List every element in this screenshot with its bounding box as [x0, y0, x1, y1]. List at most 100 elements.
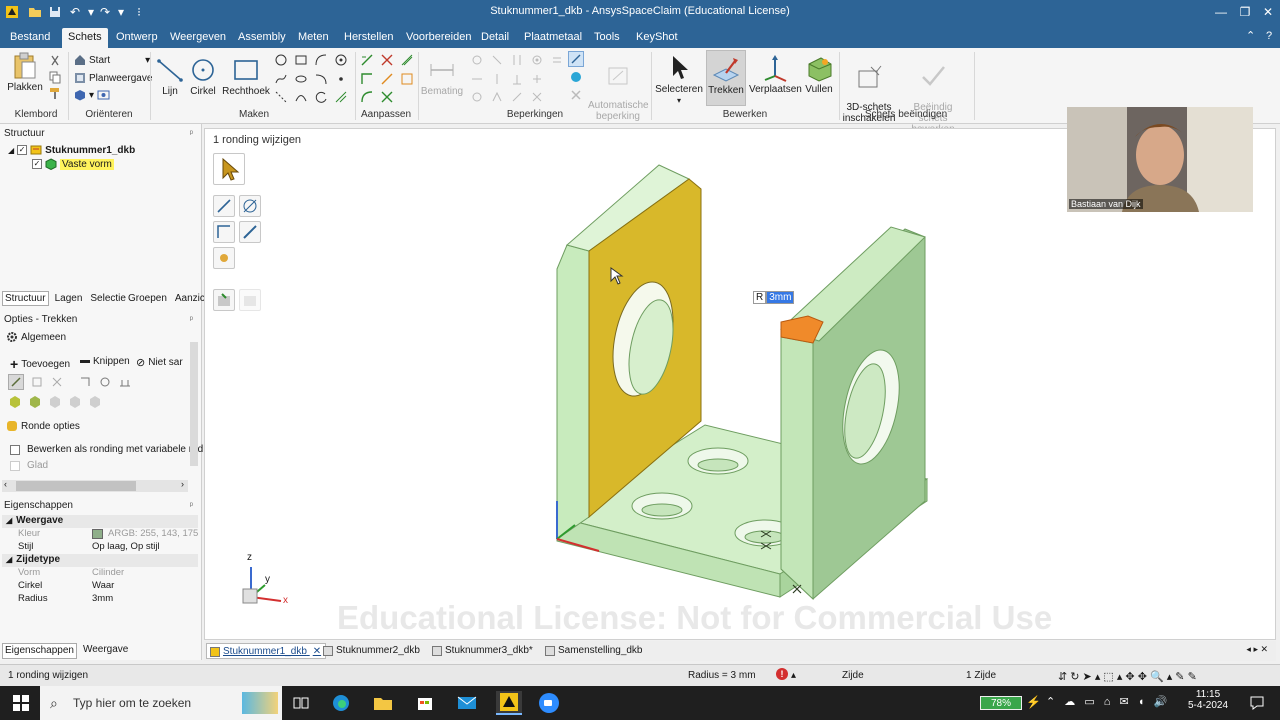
prop-row-vorm[interactable]: Vorm Cilinder — [2, 567, 198, 580]
tree-item-solid[interactable]: ✓ Vaste vorm — [32, 158, 114, 170]
tab-structuur[interactable]: Structuur — [2, 290, 49, 306]
tab-bestand[interactable]: Bestand — [4, 28, 56, 48]
pull-button[interactable]: Trekken — [706, 50, 746, 106]
prop-row-cirkel[interactable]: Cirkel Waar — [2, 580, 198, 593]
doc-tab-stuknummer1[interactable]: Stuknummer1_dkb ✕ — [206, 643, 327, 659]
visibility-checkbox[interactable]: ✓ — [32, 159, 42, 169]
taskbar-search-box[interactable]: ⌕ Typ hier om te zoeken — [40, 686, 282, 720]
tab-selectie[interactable]: Selectie — [88, 292, 128, 305]
selection-filter-icons[interactable]: ⇵ ↻ ➤ ▴ ⬚ ▴ ✥ ✥ 🔍 ▴ ✎ ✎ — [1058, 670, 1197, 683]
help-icon[interactable]: ? — [1260, 27, 1278, 47]
start-button[interactable]: Start ▾ — [74, 54, 150, 66]
variable-radius-option[interactable]: Bewerken als ronding met variabele rad — [10, 444, 203, 455]
up-to-icon[interactable] — [30, 375, 44, 389]
arc-icon[interactable] — [314, 53, 328, 67]
u-bracket-model[interactable] — [555, 164, 929, 601]
notifications-icon[interactable] — [1244, 691, 1270, 715]
edge-browser-icon[interactable] — [328, 691, 354, 715]
point-icon[interactable] — [334, 53, 348, 67]
format-painter-icon[interactable] — [48, 86, 62, 100]
cut-option[interactable]: Knippen — [80, 356, 130, 367]
view-dropdown-icon[interactable]: ▾ — [89, 90, 94, 101]
ruled-icon[interactable] — [68, 395, 82, 409]
constraint-concentric-icon[interactable] — [530, 53, 544, 67]
tab-weergeven[interactable]: Weergeven — [164, 28, 232, 48]
remove-constraints-icon[interactable] — [569, 88, 583, 102]
pin-icon[interactable]: ᵖ — [190, 500, 193, 510]
smooth-option[interactable]: Glad — [10, 460, 48, 471]
store-icon[interactable] — [412, 691, 438, 715]
prop-row-stijl[interactable]: Stijl Op laag, Op stijl — [2, 541, 198, 554]
prop-category-zijdetype[interactable]: ◢ Zijdetype — [2, 554, 198, 567]
fill-button[interactable]: Vullen — [803, 54, 835, 95]
spline-icon[interactable] — [274, 72, 288, 86]
slot-icon[interactable] — [294, 72, 308, 86]
planweergave-button[interactable]: Planweergave — [74, 72, 152, 84]
constraint-fix-icon[interactable] — [490, 90, 504, 104]
tab-eigenschappen[interactable]: Eigenschappen — [2, 643, 77, 659]
tab-ontwerp[interactable]: Ontwerp — [110, 28, 164, 48]
prop-row-radius[interactable]: Radius 3mm — [2, 593, 198, 606]
tab-detail[interactable]: Detail — [475, 28, 515, 48]
draft-icon[interactable] — [118, 375, 132, 389]
pivot-icon[interactable] — [50, 375, 64, 389]
zoom-app-icon[interactable] — [536, 691, 562, 715]
tab-weergave[interactable]: Weergave — [81, 643, 130, 659]
tab-scroll-controls[interactable]: ◂ ▸ ✕ — [1246, 644, 1268, 655]
horizontal-scrollbar[interactable]: ‹ › — [2, 479, 188, 492]
rotate-arc-icon[interactable] — [314, 90, 328, 104]
constraint-parallel-icon[interactable] — [510, 53, 524, 67]
minimize-icon[interactable]: — — [1210, 2, 1232, 22]
trim-icon[interactable] — [360, 53, 374, 67]
power-icon[interactable]: ⚡ — [1026, 695, 1041, 709]
collapse-ribbon-icon[interactable]: ⌃ — [1240, 27, 1261, 47]
tab-voorbereiden[interactable]: Voorbereiden — [400, 28, 477, 48]
dot-icon[interactable] — [334, 72, 348, 86]
base-hole[interactable] — [687, 447, 749, 475]
split-icon[interactable] — [380, 53, 394, 67]
zoom-extents-icon[interactable] — [97, 89, 111, 101]
show-constraints-icon[interactable] — [568, 51, 584, 67]
circle-tool-button[interactable]: Cirkel — [188, 56, 218, 97]
pin-icon[interactable]: ᵖ — [190, 128, 193, 138]
file-explorer-icon[interactable] — [370, 691, 396, 715]
offset-icon[interactable] — [400, 53, 414, 67]
merge-icon[interactable] — [88, 395, 102, 409]
collapse-arrow-icon[interactable]: ◢ — [8, 146, 14, 155]
constraint-status-icon[interactable] — [569, 70, 583, 84]
task-view-icon[interactable] — [288, 691, 314, 715]
tab-meten[interactable]: Meten — [292, 28, 335, 48]
constraint-vertical-icon[interactable] — [490, 72, 504, 86]
end-sketch-button[interactable]: Beëindig schets bewerken — [898, 52, 968, 135]
variable-radius-checkbox[interactable] — [10, 444, 20, 455]
tab-keyshot[interactable]: KeyShot — [630, 28, 684, 48]
tree-root[interactable]: ◢ ✓ Stuknummer1_dkb — [8, 144, 135, 156]
move-button[interactable]: Verplaatsen — [749, 54, 802, 95]
constraint-symmetric-icon[interactable] — [470, 90, 484, 104]
collapse-arrow-icon[interactable]: ◢ — [6, 516, 12, 525]
tab-herstellen[interactable]: Herstellen — [338, 28, 400, 48]
close-icon[interactable]: ✕ — [1257, 2, 1279, 22]
constraint-equal-icon[interactable] — [550, 53, 564, 67]
bend-icon[interactable] — [360, 90, 374, 104]
rectangle-tool-button[interactable]: Rechthoek — [222, 56, 270, 97]
no-merge-option[interactable]: ⊘ Niet sar — [136, 356, 183, 369]
doc-tab-stuknummer3[interactable]: Stuknummer3_dkb* — [429, 643, 537, 659]
collapse-arrow-icon[interactable]: ◢ — [6, 555, 12, 564]
constraint-coincident-icon[interactable] — [490, 53, 504, 67]
system-tray-icons[interactable]: ⌃ ☁ ▭ ⌂ ✉ ◖ 🔊 — [1046, 695, 1170, 708]
constraint-delete-icon[interactable] — [530, 90, 544, 104]
line-tool-button[interactable]: Lijn — [155, 56, 185, 97]
polygon-icon[interactable] — [274, 53, 288, 67]
tab-schets[interactable]: Schets — [62, 28, 108, 48]
visibility-checkbox[interactable]: ✓ — [17, 145, 28, 155]
construction-line-icon[interactable] — [274, 90, 288, 104]
corner-icon[interactable] — [360, 72, 374, 86]
warning-dropdown-icon[interactable]: ▴ — [791, 670, 796, 681]
revolve-icon[interactable] — [78, 375, 92, 389]
paste-button[interactable]: Plakken — [6, 52, 44, 93]
pull-direction-icon[interactable] — [8, 374, 24, 390]
prop-category-weergave[interactable]: ◢ Weergave — [2, 515, 198, 528]
smooth-checkbox[interactable] — [10, 460, 20, 471]
prop-row-kleur[interactable]: Kleur ARGB: 255, 143, 175 — [2, 528, 198, 541]
